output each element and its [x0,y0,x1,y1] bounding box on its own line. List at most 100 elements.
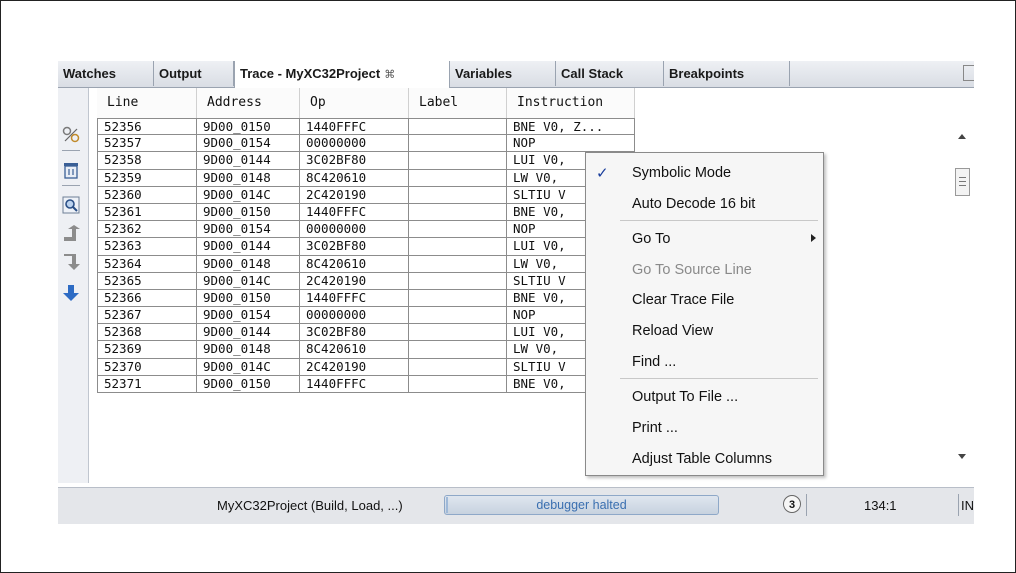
table-cell-line: 52364 [97,255,197,273]
menu-item-clear-trace-file[interactable]: Clear Trace File [632,292,734,308]
table-row[interactable]: 52362 9D00_0154 00000000 NOP [97,221,635,239]
table-cell-instruction: NOP [507,135,635,153]
tab-output[interactable]: Output [154,61,234,86]
toolbar-separator [62,150,80,151]
table-cell-op: 3C02BF80 [300,152,409,170]
menu-item-find[interactable]: Find ... [632,354,676,370]
table-cell-op: 2C420190 [300,186,409,204]
table-row[interactable]: 52368 9D00_0144 3C02BF80 LUI V0, [97,324,635,342]
table-row[interactable]: 52361 9D00_0150 1440FFFC BNE V0, [97,203,635,222]
table-cell-line: 52356 [97,118,197,136]
table-row[interactable]: 52364 9D00_0148 8C420610 LW V0, [97,255,635,273]
table-cell-line: 52361 [97,203,197,222]
table-row[interactable]: 52360 9D00_014C 2C420190 SLTIU V [97,186,635,204]
table-cell-address: 9D00_0150 [197,118,300,136]
table-cell-label [409,152,507,170]
clear-trace-icon[interactable] [62,161,80,179]
table-cell-op: 8C420610 [300,255,409,273]
tab-call-stack[interactable]: Call Stack [556,61,664,86]
column-header-op[interactable]: Op [300,88,409,118]
column-header-label[interactable]: Label [409,88,507,118]
table-cell-address: 9D00_0148 [197,341,300,359]
menu-item-print[interactable]: Print ... [632,420,678,436]
table-cell-op: 00000000 [300,307,409,325]
table-cell-address: 9D00_014C [197,186,300,204]
table-row[interactable]: 52370 9D00_014C 2C420190 SLTIU V [97,358,635,376]
table-row[interactable]: 52371 9D00_0150 1440FFFC BNE V0, [97,375,635,393]
table-row[interactable]: 52365 9D00_014C 2C420190 SLTIU V [97,272,635,290]
column-header-instruction[interactable]: Instruction [507,88,635,118]
find-icon[interactable] [62,196,80,214]
table-row[interactable]: 52359 9D00_0148 8C420610 LW V0, [97,169,635,187]
scrollbar-thumb[interactable] [955,168,970,196]
table-header: Line Address Op Label Instruction [97,88,635,118]
table-row[interactable]: 52357 9D00_0154 00000000 NOP [97,135,635,153]
table-cell-label [409,135,507,153]
table-cell-address: 9D00_0154 [197,307,300,325]
tab-trace-label: Trace - MyXC32Project [240,66,381,81]
menu-separator [620,378,818,379]
table-row[interactable]: 52367 9D00_0154 00000000 NOP [97,307,635,325]
menu-item-reload-view[interactable]: Reload View [632,323,713,339]
table-cell-address: 9D00_0148 [197,169,300,187]
table-cell-label [409,118,507,136]
table-row[interactable]: 52356 9D00_0150 1440FFFC BNE V0, Z... [97,118,635,136]
menu-item-go-to[interactable]: Go To [632,231,670,247]
table-cell-label [409,186,507,204]
menu-item-output-to-file[interactable]: Output To File ... [632,389,738,405]
table-row[interactable]: 52369 9D00_0148 8C420610 LW V0, [97,341,635,359]
status-separator [806,494,807,516]
table-row[interactable]: 52358 9D00_0144 3C02BF80 LUI V0, [97,152,635,170]
tab-variables[interactable]: Variables [450,61,556,86]
tab-close-icon[interactable]: ⌘ [384,69,395,81]
table-cell-address: 9D00_0150 [197,203,300,222]
step-up-icon[interactable] [62,225,80,243]
scroll-up-icon[interactable] [958,134,966,139]
table-row[interactable]: 52366 9D00_0150 1440FFFC BNE V0, [97,289,635,308]
window-menu-icon[interactable] [963,65,974,81]
table-cell-label [409,307,507,325]
table-cell-address: 9D00_0150 [197,375,300,393]
status-bar: MyXC32Project (Build, Load, ...) debugge… [58,487,974,524]
table-cell-line: 52360 [97,186,197,204]
table-cell-op: 2C420190 [300,358,409,376]
menu-item-symbolic-mode[interactable]: Symbolic Mode [632,165,731,181]
menu-item-auto-decode[interactable]: Auto Decode 16 bit [632,196,755,212]
tab-watches[interactable]: Watches [58,61,154,86]
table-cell-address: 9D00_0154 [197,221,300,239]
tab-breakpoints[interactable]: Breakpoints [664,61,790,86]
symbol-mode-icon[interactable] [62,126,80,144]
table-cell-address: 9D00_0150 [197,289,300,308]
insert-mode-indicator: INS [961,498,974,513]
table-cell-op: 2C420190 [300,272,409,290]
column-header-line[interactable]: Line [97,88,197,118]
context-menu: ✓ Symbolic Mode Auto Decode 16 bit Go To… [585,152,824,476]
table-cell-op: 1440FFFC [300,289,409,308]
table-cell-label [409,341,507,359]
column-header-address[interactable]: Address [197,88,300,118]
checkmark-icon: ✓ [596,165,609,182]
table-cell-label [409,358,507,376]
table-cell-line: 52357 [97,135,197,153]
tab-trace[interactable]: Trace - MyXC32Project ⌘ [234,61,450,88]
cursor-position: 134:1 [864,498,897,513]
go-to-end-icon[interactable] [62,284,80,302]
table-cell-line: 52362 [97,221,197,239]
table-cell-instruction: BNE V0, Z... [507,118,635,136]
table-cell-label [409,238,507,256]
table-cell-op: 00000000 [300,221,409,239]
table-cell-address: 9D00_0154 [197,135,300,153]
table-cell-line: 52366 [97,289,197,308]
vertical-scrollbar[interactable] [952,120,974,465]
table-cell-address: 9D00_0144 [197,324,300,342]
table-cell-line: 52371 [97,375,197,393]
table-cell-label [409,169,507,187]
table-cell-op: 1440FFFC [300,203,409,222]
menu-item-go-to-source-line: Go To Source Line [632,262,752,278]
step-down-icon[interactable] [62,254,80,272]
scroll-down-icon[interactable] [958,454,966,459]
menu-item-adjust-table-columns[interactable]: Adjust Table Columns [632,451,772,467]
notifications-badge[interactable]: 3 [783,495,801,513]
table-cell-label [409,255,507,273]
table-row[interactable]: 52363 9D00_0144 3C02BF80 LUI V0, [97,238,635,256]
